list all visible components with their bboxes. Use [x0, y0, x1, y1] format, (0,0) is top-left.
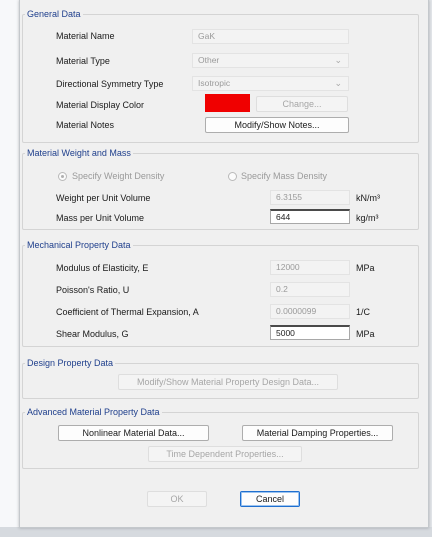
time-dependent-button[interactable]: Time Dependent Properties... [148, 446, 302, 462]
background-left-strip [0, 0, 19, 537]
thermal-unit: 1/C [356, 307, 371, 317]
mass-density-radio[interactable] [228, 172, 237, 181]
background-bottom-strip [0, 527, 432, 537]
material-name-label: Material Name [56, 31, 115, 41]
weight-density-radio-label: Specify Weight Density [72, 171, 165, 181]
mass-density-radio-label: Specify Mass Density [241, 171, 328, 181]
material-type-value: Other [198, 55, 220, 65]
weight-density-radio[interactable] [58, 172, 67, 181]
weight-unit: kN/m³ [356, 193, 380, 203]
modify-show-notes-button[interactable]: Modify/Show Notes... [205, 117, 349, 133]
advanced-property-title: Advanced Material Property Data [25, 407, 162, 417]
mass-unit: kg/m³ [356, 213, 379, 223]
display-color-swatch[interactable] [205, 94, 250, 112]
design-property-title: Design Property Data [25, 358, 116, 368]
cancel-button[interactable]: Cancel [240, 491, 300, 507]
weight-per-volume-label: Weight per Unit Volume [56, 193, 151, 203]
modulus-unit: MPa [356, 263, 375, 273]
material-damping-button[interactable]: Material Damping Properties... [242, 425, 393, 441]
poisson-ratio-field[interactable]: 0.2 [270, 282, 350, 297]
weight-per-volume-field[interactable]: 6.3155 [270, 190, 350, 205]
nonlinear-material-button[interactable]: Nonlinear Material Data... [58, 425, 209, 441]
mechanical-property-title: Mechanical Property Data [25, 240, 133, 250]
design-data-button[interactable]: Modify/Show Material Property Design Dat… [118, 374, 338, 390]
thermal-expansion-field[interactable]: 0.0000099 [270, 304, 350, 319]
shear-modulus-field[interactable]: 5000 [270, 325, 350, 340]
thermal-expansion-label: Coefficient of Thermal Expansion, A [56, 307, 199, 317]
shear-modulus-label: Shear Modulus, G [56, 329, 129, 339]
mass-per-volume-label: Mass per Unit Volume [56, 213, 145, 223]
chevron-down-icon: ⌄ [334, 78, 342, 88]
general-data-title: General Data [25, 9, 83, 19]
shear-unit: MPa [356, 329, 375, 339]
material-notes-label: Material Notes [56, 120, 115, 130]
ok-button[interactable]: OK [147, 491, 207, 507]
material-name-field[interactable]: GaK [192, 29, 349, 44]
poisson-ratio-label: Poisson's Ratio, U [56, 285, 130, 295]
modulus-elasticity-label: Modulus of Elasticity, E [56, 263, 149, 273]
directional-symmetry-select[interactable]: Isotropic ⌄ [192, 76, 349, 91]
weight-mass-title: Material Weight and Mass [25, 148, 133, 158]
chevron-down-icon: ⌄ [334, 55, 342, 65]
material-type-label: Material Type [56, 56, 110, 66]
mass-per-volume-field[interactable]: 644 [270, 209, 350, 224]
material-display-color-label: Material Display Color [56, 100, 145, 110]
material-type-select[interactable]: Other ⌄ [192, 53, 349, 68]
modulus-elasticity-field[interactable]: 12000 [270, 260, 350, 275]
directional-symmetry-value: Isotropic [198, 78, 231, 88]
change-color-button[interactable]: Change... [256, 96, 348, 112]
directional-symmetry-label: Directional Symmetry Type [56, 79, 164, 89]
